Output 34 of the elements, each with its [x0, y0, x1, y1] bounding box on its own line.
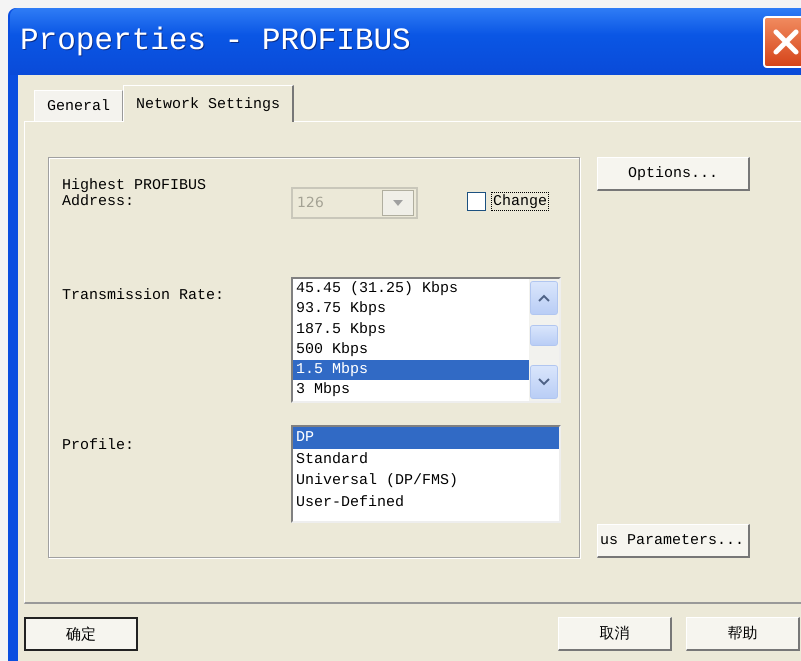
field-label: Transmission Rate:	[62, 288, 226, 304]
close-icon	[771, 26, 801, 56]
up-chevron-icon	[538, 294, 550, 302]
scroll-up-button[interactable]	[530, 281, 558, 315]
list-item[interactable]: 3 Mbps	[293, 380, 529, 401]
list-item[interactable]: 500 Kbps	[293, 340, 529, 360]
down-chevron-icon	[538, 378, 550, 386]
list-item[interactable]: User-Defined	[293, 492, 559, 513]
field-label: Profile:	[62, 438, 136, 454]
list-item[interactable]: 93.75 Kbps	[293, 299, 529, 320]
scroll-down-button[interactable]	[530, 365, 558, 399]
change-checkbox[interactable]	[467, 192, 486, 211]
checkbox-label[interactable]: Change	[491, 192, 550, 211]
window-title: Properties - PROFIBUS	[20, 24, 411, 59]
scrollbar[interactable]	[529, 279, 559, 401]
profile-listbox[interactable]: DP Standard Universal (DP/FMS) User-Defined	[291, 425, 561, 523]
tab[interactable]: General	[34, 90, 124, 121]
list-item[interactable]: DP	[293, 427, 559, 448]
list-item[interactable]: Standard	[293, 448, 559, 470]
dialog-button[interactable]: 确定	[24, 617, 138, 651]
rate-listbox[interactable]: 45.45 (31.25) Kbps 93.75 Kbps 187.5 Kbps 500 Kbps 1.5 Mbps 3 Mbps	[291, 277, 561, 403]
dropdown-arrow-icon	[392, 199, 404, 207]
list-item[interactable]: 1.5 Mbps	[293, 360, 529, 380]
list-item[interactable]: 187.5 Kbps	[293, 320, 529, 340]
dialog-button[interactable]: 帮助	[686, 617, 800, 651]
list-item[interactable]: Universal (DP/FMS)	[293, 470, 559, 492]
bus-parameters-button[interactable]: us Parameters...	[597, 524, 750, 558]
list-item[interactable]: 45.45 (31.25) Kbps	[293, 279, 529, 300]
close-button[interactable]	[763, 16, 801, 68]
field-label: Highest PROFIBUS Address:	[62, 178, 208, 210]
dialog-button[interactable]: 取消	[558, 617, 672, 651]
scroll-thumb[interactable]	[530, 325, 558, 346]
options-button[interactable]: Options...	[597, 157, 750, 191]
tab[interactable]: Network Settings	[123, 85, 294, 122]
